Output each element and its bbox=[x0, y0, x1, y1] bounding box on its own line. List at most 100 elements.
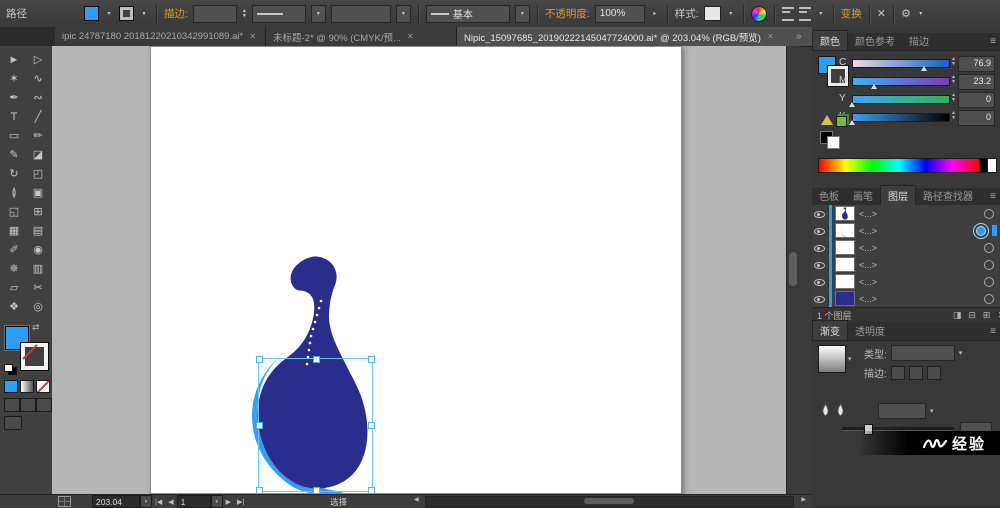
rectangle-tool[interactable]: ▭ bbox=[2, 126, 26, 145]
zoom-level-field[interactable]: 203.04 bbox=[92, 495, 140, 508]
scale-tool[interactable]: ◰ bbox=[26, 164, 50, 183]
align-caret-icon[interactable]: ▾ bbox=[816, 6, 826, 22]
gradient-type-caret-icon[interactable]: ▾ bbox=[959, 349, 963, 357]
selection-handle[interactable] bbox=[256, 356, 263, 363]
stroke-weight-stepper[interactable]: ▲ ▼ bbox=[242, 8, 247, 19]
layer-thumbnail[interactable] bbox=[835, 240, 855, 255]
layer-thumbnail[interactable] bbox=[835, 223, 855, 238]
layer-thumbnail[interactable] bbox=[835, 291, 855, 306]
style-caret-icon[interactable]: ▾ bbox=[726, 6, 736, 22]
column-graph-tool[interactable]: ▥ bbox=[26, 259, 50, 278]
selection-handle[interactable] bbox=[313, 356, 320, 363]
document-tab-active[interactable]: Nipic_15097685_20190222145047724000.ai* … bbox=[457, 27, 820, 46]
artboard-nav-icon[interactable] bbox=[58, 496, 71, 507]
brush-definition-caret-icon[interactable]: ▾ bbox=[395, 4, 411, 23]
slider-thumb-y[interactable] bbox=[849, 102, 855, 107]
new-sublayer-icon[interactable]: ⊟ bbox=[968, 310, 976, 321]
recolor-artwork-icon[interactable] bbox=[750, 5, 767, 22]
type-tool[interactable]: T bbox=[2, 107, 26, 126]
slider-thumb-k[interactable] bbox=[849, 120, 855, 125]
stroke-color-swatch[interactable] bbox=[119, 6, 134, 21]
slider-track-m[interactable] bbox=[852, 77, 950, 86]
spectrum-white-swatch[interactable] bbox=[987, 158, 997, 173]
direct-selection-tool[interactable]: ▷ bbox=[26, 50, 50, 69]
scroll-right-icon[interactable]: ▶ bbox=[801, 496, 806, 503]
toolbar-stroke-swatch[interactable] bbox=[21, 343, 48, 370]
opacity-panel-link[interactable]: 不透明度: bbox=[545, 6, 590, 21]
tab-pathfinder[interactable]: 路径查找器 bbox=[916, 186, 980, 205]
target-circle-selected[interactable] bbox=[976, 225, 986, 236]
close-tab-icon[interactable]: ✕ bbox=[767, 32, 774, 41]
mesh-tool[interactable]: ▦ bbox=[2, 221, 26, 240]
rotate-tool[interactable]: ↻ bbox=[2, 164, 26, 183]
slider-thumb-c[interactable] bbox=[921, 66, 928, 71]
tab-overflow-icon[interactable]: » bbox=[796, 31, 802, 42]
basic-profile-dropdown[interactable]: 基本 bbox=[425, 4, 510, 23]
pen-tool[interactable]: ✒ bbox=[2, 88, 26, 107]
selection-handle[interactable] bbox=[368, 422, 375, 429]
stroke-gradient-across-icon[interactable] bbox=[926, 365, 941, 380]
slider-thumb-m[interactable] bbox=[870, 84, 877, 89]
tab-brushes[interactable]: 画笔 bbox=[846, 186, 880, 205]
target-circle[interactable] bbox=[984, 208, 994, 219]
layer-row[interactable]: <...> bbox=[812, 205, 1000, 223]
selection-handle[interactable] bbox=[368, 487, 375, 494]
stroke-gradient-along-icon[interactable] bbox=[908, 365, 923, 380]
color-mode-button[interactable] bbox=[4, 380, 18, 393]
gradient-angle-field[interactable] bbox=[878, 403, 926, 419]
artboard-caret-icon[interactable]: ▾ bbox=[210, 495, 223, 508]
last-artboard-icon[interactable]: ▶| bbox=[237, 498, 244, 506]
tab-color-guide[interactable]: 颜色参考 bbox=[848, 31, 902, 50]
hand-tool[interactable]: ❖ bbox=[2, 297, 26, 316]
target-circle[interactable] bbox=[984, 242, 994, 253]
width-profile-dropdown[interactable] bbox=[251, 4, 306, 23]
fill-caret-icon[interactable]: ▾ bbox=[104, 6, 114, 22]
none-mode-button[interactable] bbox=[36, 380, 50, 393]
settings-gear-icon[interactable]: ⚙ bbox=[901, 7, 911, 20]
document-tab[interactable]: 未标题-2* @ 90% (CMYK/预... ✕ bbox=[266, 27, 457, 46]
gradient-stop-droplet-icon[interactable] bbox=[835, 404, 846, 418]
layer-row-selected[interactable]: <...> bbox=[812, 222, 1000, 240]
align-center-icon[interactable] bbox=[798, 6, 811, 21]
layer-thumbnail[interactable] bbox=[835, 257, 855, 272]
eraser-tool[interactable]: ◪ bbox=[26, 145, 50, 164]
layer-thumbnail[interactable] bbox=[835, 274, 855, 289]
tab-gradient[interactable]: 渐变 bbox=[812, 320, 848, 340]
close-tab-icon[interactable]: ✕ bbox=[407, 32, 414, 41]
new-layer-icon[interactable]: ⊞ bbox=[983, 310, 991, 321]
curvature-tool[interactable]: ∾ bbox=[26, 88, 50, 107]
stroke-caret-icon[interactable]: ▾ bbox=[139, 6, 149, 22]
blend-tool[interactable]: ◉ bbox=[26, 240, 50, 259]
pencil-tool[interactable]: ✎ bbox=[2, 145, 26, 164]
settings-caret-icon[interactable]: ▾ bbox=[916, 6, 926, 22]
basic-profile-caret-icon[interactable]: ▾ bbox=[514, 4, 530, 23]
isolate-mode-icon[interactable]: ✕ bbox=[877, 7, 886, 20]
value-field-c[interactable]: 76.9 bbox=[958, 56, 995, 72]
horizontal-scroll-thumb[interactable] bbox=[583, 498, 634, 504]
slice-tool[interactable]: ✂ bbox=[26, 278, 50, 297]
gradient-preview-swatch[interactable] bbox=[818, 345, 846, 373]
tab-color[interactable]: 颜色 bbox=[812, 30, 848, 50]
magic-wand-tool[interactable]: ✶ bbox=[2, 69, 26, 88]
gradient-tool[interactable]: ▤ bbox=[26, 221, 50, 240]
horizontal-scrollbar[interactable] bbox=[425, 496, 794, 508]
eye-icon[interactable] bbox=[812, 224, 829, 237]
target-circle[interactable] bbox=[984, 293, 994, 304]
target-circle[interactable] bbox=[984, 259, 994, 270]
opacity-caret-icon[interactable]: ▸ bbox=[650, 6, 660, 22]
default-fill-stroke-icon[interactable] bbox=[4, 364, 17, 375]
draw-inside-button[interactable] bbox=[36, 398, 52, 412]
transform-panel-link[interactable]: 变换 bbox=[841, 6, 862, 21]
width-tool[interactable]: ≬ bbox=[2, 183, 26, 202]
canvas[interactable] bbox=[52, 46, 800, 494]
zoom-tool[interactable]: ◎ bbox=[26, 297, 50, 316]
eye-icon[interactable] bbox=[812, 207, 829, 220]
artboard-number-field[interactable]: 1 bbox=[176, 495, 211, 508]
free-transform-tool[interactable]: ▣ bbox=[26, 183, 50, 202]
width-profile-caret-icon[interactable]: ▾ bbox=[310, 4, 326, 23]
panel-menu-icon[interactable]: ≡ bbox=[990, 36, 996, 47]
panel-menu-icon[interactable]: ≡ bbox=[990, 326, 996, 337]
draw-normal-button[interactable] bbox=[4, 398, 20, 412]
selection-handle[interactable] bbox=[256, 422, 263, 429]
panel-menu-icon[interactable]: ≡ bbox=[990, 191, 996, 202]
